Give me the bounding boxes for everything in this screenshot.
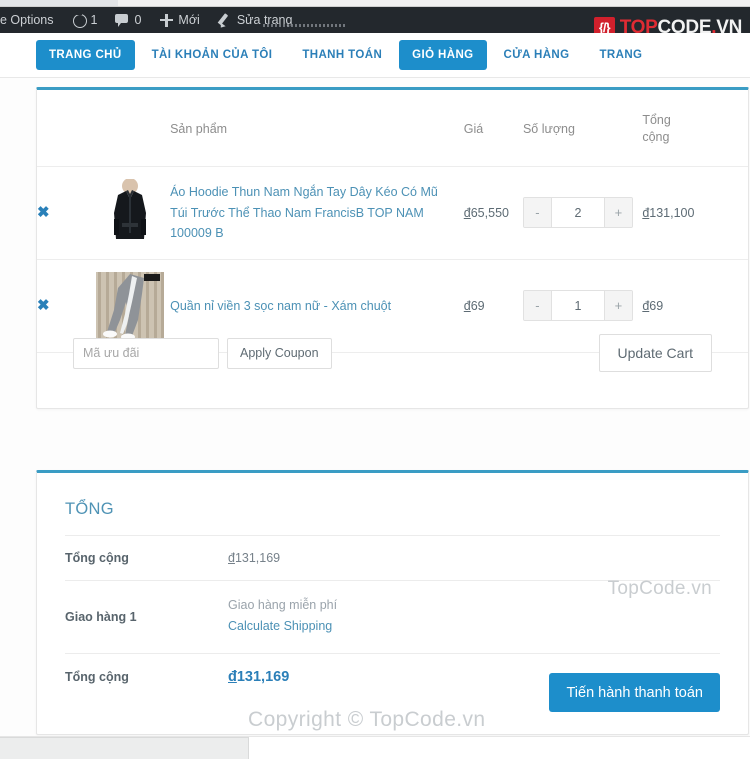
adminbar-comments-count: 0 xyxy=(134,13,142,27)
totals-shipping-label: Giao hàng 1 xyxy=(65,609,137,624)
nav-item-cua-hang[interactable]: CỬA HÀNG xyxy=(491,40,583,70)
cart-header-row: Sản phẩm Giá Số lượng Tổng cộng xyxy=(37,90,748,167)
remove-item-icon[interactable]: ✖ xyxy=(37,297,50,314)
pencil-icon xyxy=(218,13,233,28)
coupon-row: Apply Coupon Update Cart xyxy=(37,334,748,372)
cart-header-thumbnail xyxy=(96,90,171,167)
nav-item-thanh-toan[interactable]: THANH TOÁN xyxy=(289,40,395,70)
cart-totals-card: TỔNG Tổng cộng đ131,169 Giao hàng 1 Giao… xyxy=(36,470,749,735)
black-shirt-thumbnail-icon xyxy=(96,178,165,247)
adminbar-updates-count: 1 xyxy=(90,13,98,27)
browser-viewport: e Options 1 0 Mới Sửa trang {/} TOPCODE.… xyxy=(0,0,750,759)
subtotal-amount: 131,100 xyxy=(649,205,695,220)
quantity-increase-button[interactable]: + xyxy=(603,291,632,321)
price-amount: 65,550 xyxy=(470,205,509,220)
currency-symbol: đ xyxy=(463,298,471,313)
quantity-decrease-button[interactable]: - xyxy=(523,198,552,228)
nav-item-trang-chu[interactable]: TRANG CHỦ xyxy=(36,40,135,70)
cart-row-price-cell: đ65,550 xyxy=(463,166,523,260)
cart-table-head: Sản phẩm Giá Số lượng Tổng cộng xyxy=(37,90,748,167)
topcode-logo-mark-glyph: {/} xyxy=(598,19,611,35)
adminbar-updates[interactable]: 1 xyxy=(63,7,107,33)
grand-total-amount-wrap: đ131,169 xyxy=(228,669,289,685)
quantity-increase-button[interactable]: + xyxy=(603,198,632,228)
cart-card: Sản phẩm Giá Số lượng Tổng cộng ✖ Áo Hoo… xyxy=(36,87,749,409)
adminbar-screen-options-label: e Options xyxy=(0,13,54,27)
cart-header-subtotal: Tổng cộng xyxy=(642,90,748,167)
cart-header-quantity: Số lượng xyxy=(522,90,643,167)
nav-item-tai-khoan-cua-toi[interactable]: TÀI KHOẢN CỦA TÔI xyxy=(139,40,286,70)
shipping-method-label: Giao hàng miễn phí xyxy=(228,598,338,612)
adminbar-comments[interactable]: 0 xyxy=(106,7,150,33)
main-navigation: TRANG CHỦ TÀI KHOẢN CỦA TÔI THANH TOÁN G… xyxy=(0,33,750,78)
update-cart-button[interactable]: Update Cart xyxy=(598,334,712,372)
cart-header-price: Giá xyxy=(463,90,523,167)
totals-grand-label: Tổng cộng xyxy=(65,669,129,684)
cart-table: Sản phẩm Giá Số lượng Tổng cộng ✖ Áo Hoo… xyxy=(37,90,748,353)
quantity-stepper: - + xyxy=(522,290,633,322)
grand-total-amount: 131,169 xyxy=(236,668,290,685)
cart-row-subtotal-cell: đ131,100 xyxy=(642,166,748,260)
apply-coupon-button[interactable]: Apply Coupon xyxy=(227,337,332,369)
plus-icon xyxy=(159,13,174,28)
proceed-to-checkout-button[interactable]: Tiến hành thanh toán xyxy=(549,673,720,712)
product-thumbnail[interactable] xyxy=(96,178,165,247)
cart-row: ✖ xyxy=(37,166,748,260)
update-icon xyxy=(72,12,87,28)
cart-table-body: ✖ Áo Hoodie Thun Nam Ngắn Tay Dây Kéo Có… xyxy=(37,166,748,353)
product-subtotal: đ69 xyxy=(642,299,663,313)
product-price: đ69 xyxy=(464,299,485,313)
adminbar-dotted-divider xyxy=(263,24,347,27)
cart-header-subtotal-line2: cộng xyxy=(642,129,670,144)
gray-striped-pants-thumbnail-icon xyxy=(96,271,165,340)
remove-item-icon[interactable]: ✖ xyxy=(37,204,50,221)
currency-symbol: đ xyxy=(228,551,235,565)
subtotal-amount: 69 xyxy=(649,298,664,313)
nav-item-gio-hang[interactable]: GIỎ HÀNG xyxy=(399,40,487,70)
browser-bottom-strip xyxy=(0,736,750,759)
cart-totals-title: TỔNG xyxy=(65,500,114,518)
cart-row-thumbnail-cell xyxy=(96,166,171,260)
browser-tab[interactable] xyxy=(0,0,118,6)
product-subtotal: đ131,100 xyxy=(642,206,694,220)
quantity-input[interactable] xyxy=(551,291,604,321)
totals-row-subtotal: Tổng cộng đ131,169 xyxy=(65,535,720,581)
nav-item-trang[interactable]: TRANG xyxy=(586,40,655,70)
quantity-decrease-button[interactable]: - xyxy=(523,291,552,321)
comment-icon xyxy=(115,13,130,28)
totals-subtotal-label: Tổng cộng xyxy=(65,551,129,565)
currency-symbol: đ xyxy=(228,668,237,685)
product-name-link[interactable]: Quần nỉ viền 3 sọc nam nữ - Xám chuột xyxy=(170,296,464,316)
download-item-chip[interactable] xyxy=(0,737,249,759)
quantity-input[interactable] xyxy=(551,198,604,228)
calculate-shipping-link[interactable]: Calculate Shipping xyxy=(228,615,332,638)
product-thumbnail[interactable] xyxy=(96,271,165,340)
coupon-input[interactable] xyxy=(73,337,219,369)
cart-row-quantity-cell: - + xyxy=(522,166,643,260)
cart-header-product: Sản phẩm xyxy=(170,90,464,167)
totals-row-shipping: Giao hàng 1 Giao hàng miễn phí Calculate… xyxy=(65,581,720,654)
adminbar-screen-options[interactable]: e Options xyxy=(0,7,63,33)
product-name-link[interactable]: Áo Hoodie Thun Nam Ngắn Tay Dây Kéo Có M… xyxy=(170,182,464,243)
browser-chrome-strip xyxy=(0,0,750,7)
price-amount: 69 xyxy=(470,298,485,313)
totals-subtotal-value: đ131,169 xyxy=(228,536,720,581)
cart-row-remove-cell: ✖ xyxy=(37,166,97,260)
quantity-stepper: - + xyxy=(522,197,633,229)
currency-symbol: đ xyxy=(463,205,471,220)
wordpress-admin-bar: e Options 1 0 Mới Sửa trang {/} TOPCODE.… xyxy=(0,7,750,38)
adminbar-edit-page[interactable]: Sửa trang xyxy=(209,7,302,33)
cart-header-remove xyxy=(37,90,97,167)
adminbar-new-content[interactable]: Mới xyxy=(150,7,208,33)
product-price: đ65,550 xyxy=(464,206,509,220)
totals-subtotal-amount: 131,169 xyxy=(234,551,281,565)
cart-header-subtotal-line1: Tổng xyxy=(642,113,671,127)
totals-shipping-value: Giao hàng miễn phí Calculate Shipping xyxy=(228,581,720,654)
cart-row-product-cell: Áo Hoodie Thun Nam Ngắn Tay Dây Kéo Có M… xyxy=(170,166,464,260)
adminbar-new-label: Mới xyxy=(178,13,200,27)
